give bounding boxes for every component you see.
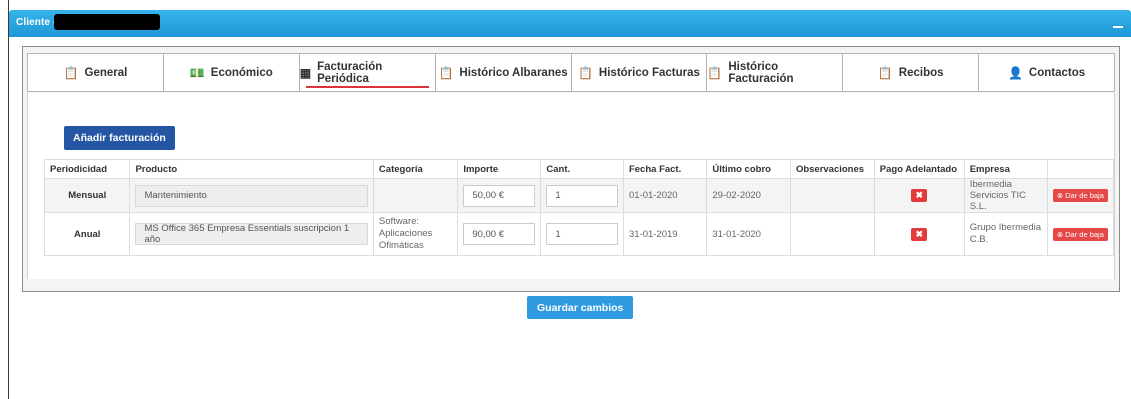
column-header: Periodicidad	[43, 159, 131, 179]
amount-cell: 50,00 €	[457, 178, 542, 213]
tab-label: Histórico Albaranes	[459, 66, 568, 79]
close-circle-icon[interactable]: ✖	[911, 227, 928, 241]
boxes-icon: ▦	[299, 65, 312, 80]
collapse-icon[interactable]	[1113, 18, 1123, 28]
quantity-cell: 1	[540, 178, 624, 213]
clipboard-list-icon: 📋	[707, 65, 723, 80]
amount-cell: 90,00 €	[457, 212, 542, 256]
column-header	[1046, 159, 1115, 179]
column-header: Fecha Fact.	[622, 159, 708, 179]
tab-label: Histórico Facturas	[598, 66, 700, 79]
observations-cell	[789, 178, 875, 213]
periodicity-cell: Anual	[43, 212, 131, 256]
invoice-date-cell: 01-01-2020	[622, 178, 708, 213]
tab-container: 📋 General 💵 Económico ▦ Facturación Peri…	[22, 46, 1120, 292]
tab-bar: 📋 General 💵 Económico ▦ Facturación Peri…	[27, 53, 1115, 92]
tab-facturacion-periodica[interactable]: ▦ Facturación Periódica	[300, 54, 436, 91]
invoice-date-cell: 31-01-2019	[622, 212, 708, 256]
column-header: Empresa	[963, 159, 1048, 179]
advance-payment-cell: ✖	[873, 178, 965, 213]
table-row: Mensual Mantenimiento 50,00 € 1 01-01-20…	[43, 178, 1115, 213]
tab-label: Económico	[210, 66, 273, 79]
tab-general[interactable]: 📋 General	[28, 54, 164, 91]
clipboard-icon: 📋	[877, 65, 893, 80]
unsubscribe-label: Dar de baja	[1065, 191, 1104, 200]
company-cell: Grupo Ibermedia C.B.	[963, 212, 1048, 256]
tab-contactos[interactable]: 👤 Contactos	[979, 54, 1114, 91]
last-payment-cell: 29-02-2020	[706, 178, 791, 213]
contact-card-icon: 👤	[1007, 65, 1023, 80]
add-billing-button[interactable]: Añadir facturación	[64, 126, 175, 150]
periodicity-cell: Mensual	[43, 178, 131, 213]
close-circle-icon[interactable]: ✖	[911, 189, 928, 202]
product-field: MS Office 365 Empresa Essentials suscrip…	[135, 223, 368, 245]
column-header: Categoría	[372, 159, 459, 179]
tab-historico-albaranes[interactable]: 📋 Histórico Albaranes	[436, 54, 572, 91]
unsubscribe-button[interactable]: ⊗ Dar de baja	[1052, 227, 1108, 241]
panel-title: Cliente -	[16, 17, 57, 28]
column-header: Cant.	[540, 159, 624, 179]
clipboard-icon: 📋	[438, 65, 454, 80]
column-header: Producto	[129, 159, 374, 179]
tab-economico[interactable]: 💵 Económico	[164, 54, 300, 91]
action-cell: ⊗ Dar de baja	[1046, 212, 1115, 256]
panel-header: Cliente -	[9, 10, 1131, 37]
unsubscribe-button[interactable]: ⊗ Dar de baja	[1052, 189, 1108, 202]
last-payment-cell: 31-01-2020	[706, 212, 791, 256]
table-header-row: Periodicidad Producto Categoría Importe …	[43, 159, 1115, 179]
product-cell: MS Office 365 Empresa Essentials suscrip…	[129, 212, 374, 256]
tab-historico-facturas[interactable]: 📋 Histórico Facturas	[572, 54, 708, 91]
billing-table: Periodicidad Producto Categoría Importe …	[43, 159, 1115, 256]
column-header: Importe	[457, 159, 542, 179]
quantity-cell: 1	[540, 212, 624, 256]
window-left-edge	[0, 0, 9, 399]
client-panel: Cliente - 📋 General 💵 Económico ▦ Factur…	[9, 10, 1131, 399]
unsubscribe-label: Dar de baja	[1065, 229, 1104, 239]
tab-historico-facturacion[interactable]: 📋 Histórico Facturación	[707, 54, 844, 91]
save-changes-button[interactable]: Guardar cambios	[527, 296, 634, 319]
tab-label: General	[84, 66, 128, 79]
quantity-input[interactable]: 1	[546, 223, 618, 245]
table-row: Anual MS Office 365 Empresa Essentials s…	[43, 212, 1115, 256]
column-header: Pago Adelantado	[873, 159, 965, 179]
category-cell	[372, 178, 459, 213]
observations-cell	[789, 212, 875, 256]
tab-label: Contactos	[1028, 66, 1086, 79]
amount-input[interactable]: 50,00 €	[463, 184, 536, 207]
product-cell: Mantenimiento	[129, 178, 374, 213]
advance-payment-cell: ✖	[873, 212, 965, 256]
tab-label: Facturación Periódica	[317, 60, 383, 85]
action-cell: ⊗ Dar de baja	[1046, 178, 1115, 213]
clipboard-icon: 📋	[577, 65, 593, 80]
cancel-circle-icon: ⊗	[1056, 191, 1064, 200]
category-cell: Software: Aplicaciones Ofimáticas	[372, 212, 459, 256]
product-field: Mantenimiento	[135, 184, 368, 207]
quantity-input[interactable]: 1	[546, 184, 618, 207]
tab-label: Histórico Facturación	[728, 60, 794, 85]
column-header: Observaciones	[789, 159, 875, 179]
company-cell: Ibermedia Servicios TIC S.L.	[963, 178, 1048, 213]
clipboard-icon: 📋	[63, 65, 79, 80]
cancel-circle-icon: ⊗	[1056, 229, 1064, 239]
redacted-client-name	[54, 14, 160, 30]
money-icon: 💵	[189, 65, 205, 80]
tab-content: Añadir facturación Periodicidad Producto…	[27, 93, 1115, 279]
amount-input[interactable]: 90,00 €	[463, 223, 536, 245]
tab-label: Recibos	[898, 66, 944, 79]
tab-recibos[interactable]: 📋 Recibos	[843, 54, 980, 91]
column-header: Último cobro	[706, 159, 791, 179]
